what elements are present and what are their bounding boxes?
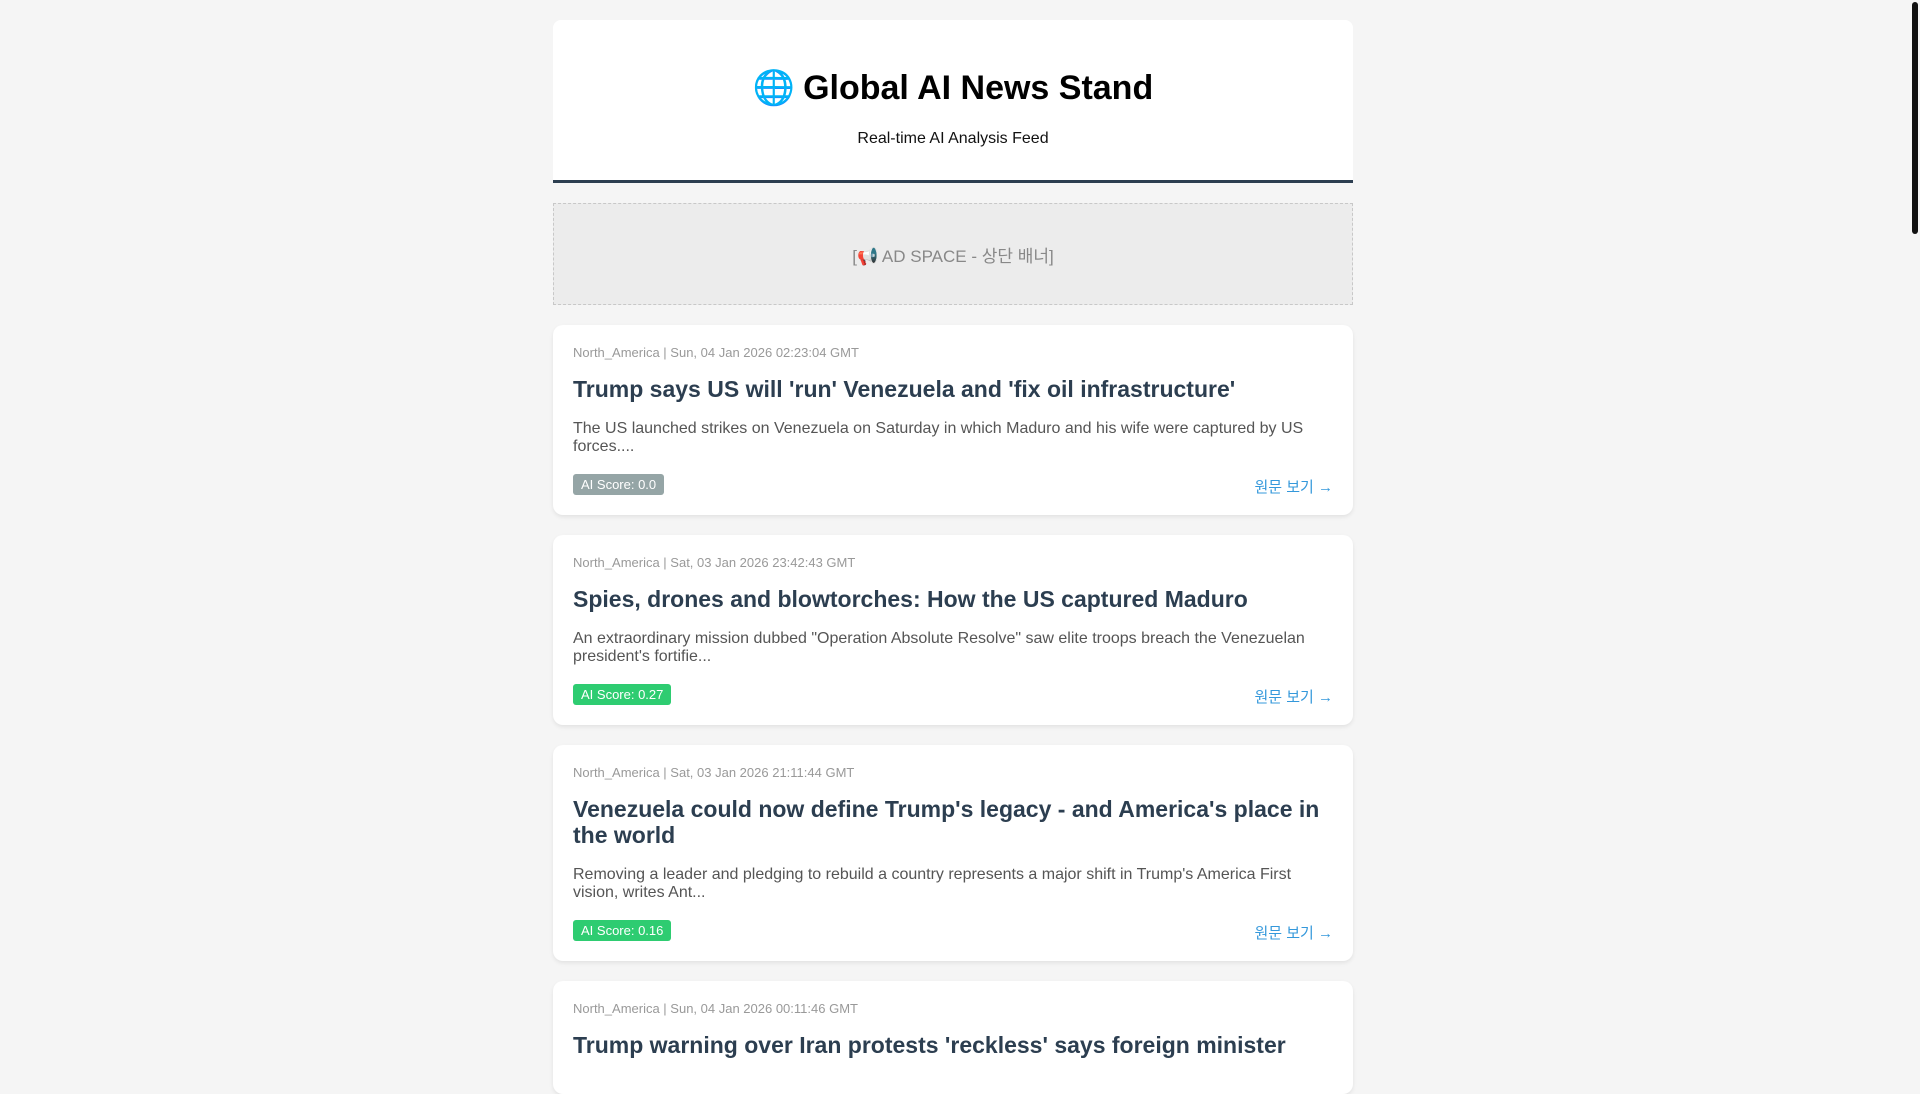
ad-banner: [📢 AD SPACE - 상단 배너]: [553, 203, 1353, 305]
view-original-link[interactable]: 원문 보기 →: [1254, 686, 1333, 707]
article-meta: North_America | Sat, 03 Jan 2026 21:11:4…: [573, 765, 855, 780]
ai-score-badge: AI Score: 0.0: [573, 474, 665, 495]
article-summary: An extraordinary mission dubbed "Operati…: [573, 630, 1305, 665]
news-card: North_America | Sun, 04 Jan 2026 02:23:0…: [553, 325, 1353, 515]
site-header: 🌐 Global AI News Stand Real-time AI Analy…: [553, 20, 1353, 183]
article-title[interactable]: Trump warning over Iran protests 'reckle…: [573, 1032, 1333, 1058]
article-meta: North_America | Sat, 03 Jan 2026 23:42:4…: [573, 555, 856, 570]
site-subtitle: Real-time AI Analysis Feed: [857, 130, 1049, 147]
news-card: North_America | Sat, 03 Jan 2026 21:11:4…: [553, 745, 1353, 961]
article-summary: Removing a leader and pledging to rebuil…: [573, 866, 1292, 901]
article-summary: The US launched strikes on Venezuela on …: [573, 420, 1304, 455]
news-card: North_America | Sat, 03 Jan 2026 23:42:4…: [553, 535, 1353, 725]
view-original-link[interactable]: 원문 보기 →: [1254, 922, 1333, 943]
ai-score-badge: AI Score: 0.16: [573, 920, 672, 941]
globe-icon: 🌐: [752, 69, 796, 107]
ai-score-badge: AI Score: 0.27: [573, 684, 672, 705]
scrollbar[interactable]: [1905, 0, 1920, 1080]
page-container: 🌐 Global AI News Stand Real-time AI Analy…: [553, 0, 1353, 1094]
article-title[interactable]: Spies, drones and blowtorches: How the U…: [573, 586, 1333, 612]
article-meta: North_America | Sun, 04 Jan 2026 00:11:4…: [573, 1001, 858, 1016]
article-title[interactable]: Trump says US will 'run' Venezuela and '…: [573, 376, 1333, 402]
view-original-link[interactable]: 원문 보기 →: [1254, 476, 1333, 497]
article-meta: North_America | Sun, 04 Jan 2026 02:23:0…: [573, 345, 859, 360]
news-card: North_America | Sun, 04 Jan 2026 00:11:4…: [553, 981, 1353, 1094]
site-title: 🌐 Global AI News Stand: [573, 68, 1333, 108]
site-title-text: Global AI News Stand: [803, 69, 1154, 107]
article-title[interactable]: Venezuela could now define Trump's legac…: [573, 796, 1333, 848]
scrollbar-thumb[interactable]: [1912, 2, 1918, 234]
